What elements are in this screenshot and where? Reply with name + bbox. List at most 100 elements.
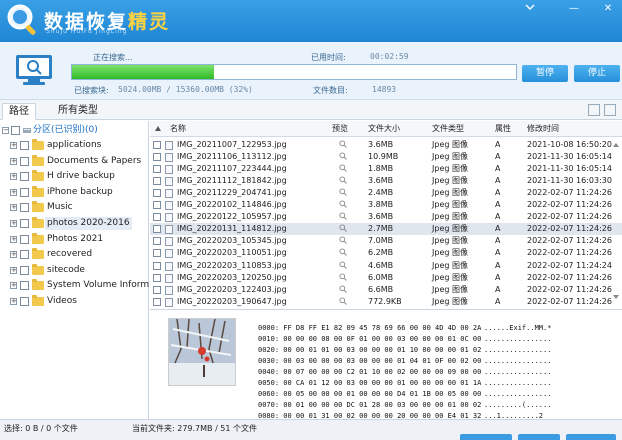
preview-magnifier-icon[interactable] (339, 297, 347, 305)
table-scrollbar[interactable] (612, 141, 620, 301)
expand-icon[interactable]: + (10, 142, 17, 149)
preview-magnifier-icon[interactable] (339, 236, 347, 245)
expand-icon[interactable]: + (10, 298, 17, 305)
tree-item[interactable]: + iPhone backup (0, 185, 149, 200)
tab-all-types[interactable]: 所有类型 (52, 103, 104, 120)
action-button[interactable] (460, 434, 512, 440)
table-row[interactable]: IMG_20211007_122953.jpg 3.6MB Jpeg 图像 A 2021… (150, 139, 622, 151)
row-checkbox[interactable] (153, 165, 161, 174)
preview-magnifier-icon[interactable] (339, 272, 347, 281)
tree-item-checkbox[interactable] (20, 250, 29, 260)
expand-icon[interactable]: + (10, 220, 17, 227)
preview-magnifier-icon[interactable] (339, 260, 347, 269)
collapse-icon[interactable]: − (2, 127, 9, 134)
tree-item-checkbox[interactable] (20, 187, 29, 197)
row-checkbox[interactable] (153, 213, 161, 222)
preview-magnifier-icon[interactable] (339, 176, 347, 184)
preview-magnifier-icon[interactable] (339, 248, 347, 257)
row-checkbox[interactable] (153, 177, 161, 186)
row-checkbox[interactable] (153, 153, 161, 162)
row-checkbox[interactable] (153, 285, 161, 294)
expand-icon[interactable]: + (10, 173, 17, 181)
row-checkbox[interactable] (153, 189, 161, 198)
action-button-3[interactable] (566, 434, 616, 440)
tree-item[interactable]: + Photos 2021 (0, 232, 149, 247)
image-file-icon (165, 153, 173, 163)
col-modified[interactable]: 修改时间 (527, 121, 559, 137)
table-row[interactable]: IMG_20220203_110051.jpg 6.2MB Jpeg 图像 A 2022… (150, 247, 622, 259)
minimize-button[interactable]: — (564, 2, 584, 16)
table-row[interactable]: IMG_20220131_114812.jpg 2.7MB Jpeg 图像 A 2022… (150, 223, 622, 236)
row-checkbox[interactable] (153, 297, 161, 306)
table-row[interactable]: IMG_20211107_223444.jpg 1.8MB Jpeg 图像 A 2021… (150, 163, 622, 175)
tree-item[interactable]: + applications (0, 138, 149, 153)
row-checkbox[interactable] (153, 225, 161, 234)
row-checkbox[interactable] (153, 201, 161, 210)
tree-item[interactable]: + H drive backup (0, 169, 149, 184)
expand-icon[interactable]: + (10, 282, 17, 290)
tree-item[interactable]: + sitecode (0, 263, 149, 278)
table-row[interactable]: IMG_20211229_204741.jpg 2.4MB Jpeg 图像 A 2022… (150, 187, 622, 199)
preview-magnifier-icon[interactable] (339, 152, 347, 160)
preview-magnifier-icon[interactable] (339, 224, 347, 233)
searched-blocks-label: 已搜索块: (74, 86, 109, 95)
tree-item[interactable]: + Documents & Papers (0, 154, 149, 169)
action-button-2[interactable] (518, 434, 560, 440)
preview-magnifier-icon[interactable] (339, 164, 347, 172)
tree-item-checkbox[interactable] (20, 141, 29, 150)
tree-item[interactable]: + System Volume Inform (0, 278, 149, 293)
row-checkbox[interactable] (153, 261, 161, 270)
tree-item-checkbox[interactable] (20, 265, 29, 275)
expand-icon[interactable]: + (10, 204, 17, 212)
expand-icon[interactable]: + (10, 157, 17, 165)
expand-icon[interactable]: + (10, 235, 17, 243)
tree-item[interactable]: + recovered (0, 247, 149, 262)
row-checkbox[interactable] (153, 237, 161, 246)
table-row[interactable]: IMG_20211112_181842.jpg 3.6MB Jpeg 图像 A 2021… (150, 175, 622, 187)
row-checkbox[interactable] (153, 249, 161, 258)
expand-icon[interactable]: + (10, 251, 17, 259)
expand-icon[interactable]: + (10, 266, 17, 274)
tree-item[interactable]: + Videos (0, 294, 149, 309)
tree-item-checkbox[interactable] (20, 219, 29, 228)
close-button[interactable]: ✕ (598, 2, 618, 16)
expand-icon[interactable]: + (10, 188, 17, 196)
preview-magnifier-icon[interactable] (339, 188, 347, 197)
preview-magnifier-icon[interactable] (339, 212, 347, 221)
col-attr[interactable]: 属性 (495, 121, 511, 137)
table-row[interactable]: IMG_20220102_114846.jpg 3.8MB Jpeg 图像 A 2022… (150, 199, 622, 211)
col-preview[interactable]: 预览 (332, 121, 348, 137)
row-checkbox[interactable] (153, 141, 161, 149)
pause-button[interactable]: 暂停 (522, 65, 568, 82)
table-row[interactable]: IMG_20220203_122403.jpg 6.6MB Jpeg 图像 A 2022… (150, 284, 622, 296)
table-row[interactable]: IMG_20220203_190647.jpg 772.9KB Jpeg 图像 A 20… (150, 296, 622, 308)
stop-button[interactable]: 停止 (574, 65, 620, 82)
tree-item-checkbox[interactable] (20, 203, 29, 213)
table-row[interactable]: IMG_20220203_120250.jpg 6.0MB Jpeg 图像 A 2022… (150, 272, 622, 284)
table-row[interactable]: IMG_20211106_113112.jpg 10.9MB Jpeg 图像 A 202… (150, 151, 622, 163)
menu-arrow-icon[interactable] (520, 2, 540, 16)
tree-item-checkbox[interactable] (20, 156, 29, 166)
table-row[interactable]: IMG_20220203_110853.jpg 4.6MB Jpeg 图像 A 2022… (150, 260, 622, 272)
sort-up-icon[interactable] (154, 125, 162, 133)
tree-item-checkbox[interactable] (20, 234, 29, 244)
tree-item-checkbox[interactable] (20, 297, 29, 306)
tab-path[interactable]: 路径 (2, 103, 36, 120)
preview-magnifier-icon[interactable] (339, 285, 347, 293)
tree-item-checkbox[interactable] (20, 172, 29, 182)
grid-view-icon[interactable] (604, 104, 616, 116)
list-view-icon[interactable] (588, 104, 600, 116)
preview-magnifier-icon[interactable] (339, 140, 347, 148)
table-row[interactable]: IMG_20220203_105345.jpg 7.0MB Jpeg 图像 A 2022… (150, 235, 622, 247)
tree-root[interactable]: − 分区(已识别)(0) (0, 123, 149, 138)
col-name[interactable]: 名称 (170, 121, 186, 137)
tree-item[interactable]: + Music (0, 200, 149, 215)
col-type[interactable]: 文件类型 (432, 121, 464, 137)
tree-root-checkbox[interactable] (11, 126, 20, 135)
tree-item[interactable]: + photos 2020-2016 (0, 216, 149, 231)
preview-magnifier-icon[interactable] (339, 200, 347, 209)
table-row[interactable]: IMG_20220122_105957.jpg 3.6MB Jpeg 图像 A 2022… (150, 211, 622, 223)
row-checkbox[interactable] (153, 273, 161, 282)
tree-item-checkbox[interactable] (20, 281, 29, 291)
col-size[interactable]: 文件大小 (368, 121, 400, 137)
